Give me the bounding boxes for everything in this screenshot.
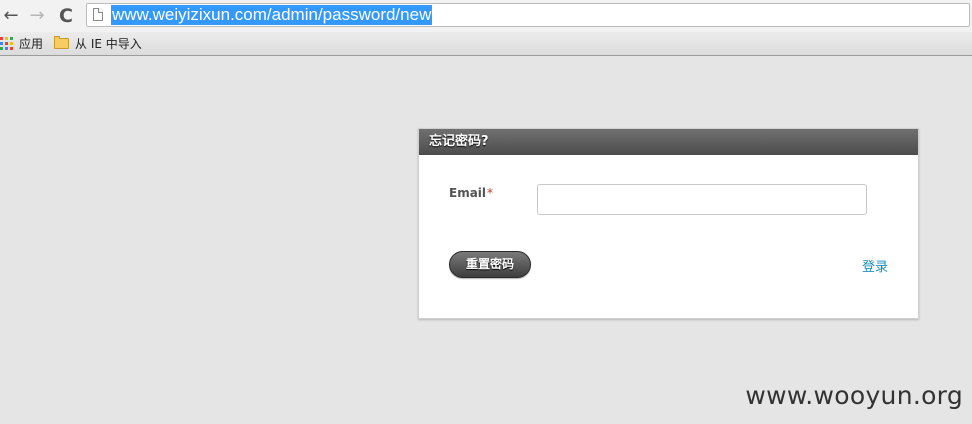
folder-icon — [54, 36, 69, 49]
apps-grid-dot — [5, 37, 8, 40]
email-label-text: Email — [449, 186, 487, 200]
apps-grid-dot — [5, 47, 8, 50]
forward-arrow-icon[interactable]: → — [26, 5, 48, 27]
reload-icon[interactable]: C — [55, 5, 77, 27]
apps-grid-icon — [0, 37, 13, 50]
panel-title: 忘记密码? — [419, 129, 918, 155]
bookmarks-bar: 应用 从 IE 中导入 — [0, 32, 972, 56]
apps-grid-dot — [10, 47, 13, 50]
login-link[interactable]: 登录 — [862, 256, 888, 275]
apps-grid-dot — [10, 37, 13, 40]
apps-grid-dot — [5, 42, 8, 45]
watermark: www.wooyun.org — [745, 381, 963, 410]
address-bar[interactable]: www.weiyizixun.com/admin/password/new — [86, 3, 970, 27]
bookmark-import-ie-label: 从 IE 中导入 — [75, 37, 142, 51]
email-field[interactable] — [537, 184, 867, 215]
apps-grid-dot — [0, 37, 3, 40]
reset-password-button[interactable]: 重置密码 — [449, 251, 531, 278]
bookmark-apps[interactable]: 应用 — [0, 32, 43, 55]
bookmark-apps-label: 应用 — [19, 37, 44, 51]
required-mark: * — [487, 186, 494, 200]
apps-grid-dot — [10, 42, 13, 45]
back-arrow-icon[interactable]: ← — [0, 5, 22, 27]
browser-toolbar: ← → C www.weiyizixun.com/admin/password/… — [0, 0, 972, 32]
apps-grid-dot — [0, 47, 3, 50]
bookmark-import-ie[interactable]: 从 IE 中导入 — [54, 32, 142, 55]
page-icon — [93, 8, 103, 21]
apps-grid-dot — [0, 42, 3, 45]
forgot-password-panel: 忘记密码? Email* 重置密码 登录 — [418, 128, 919, 319]
address-bar-url[interactable]: www.weiyizixun.com/admin/password/new — [111, 5, 433, 25]
email-label: Email* — [449, 186, 493, 200]
